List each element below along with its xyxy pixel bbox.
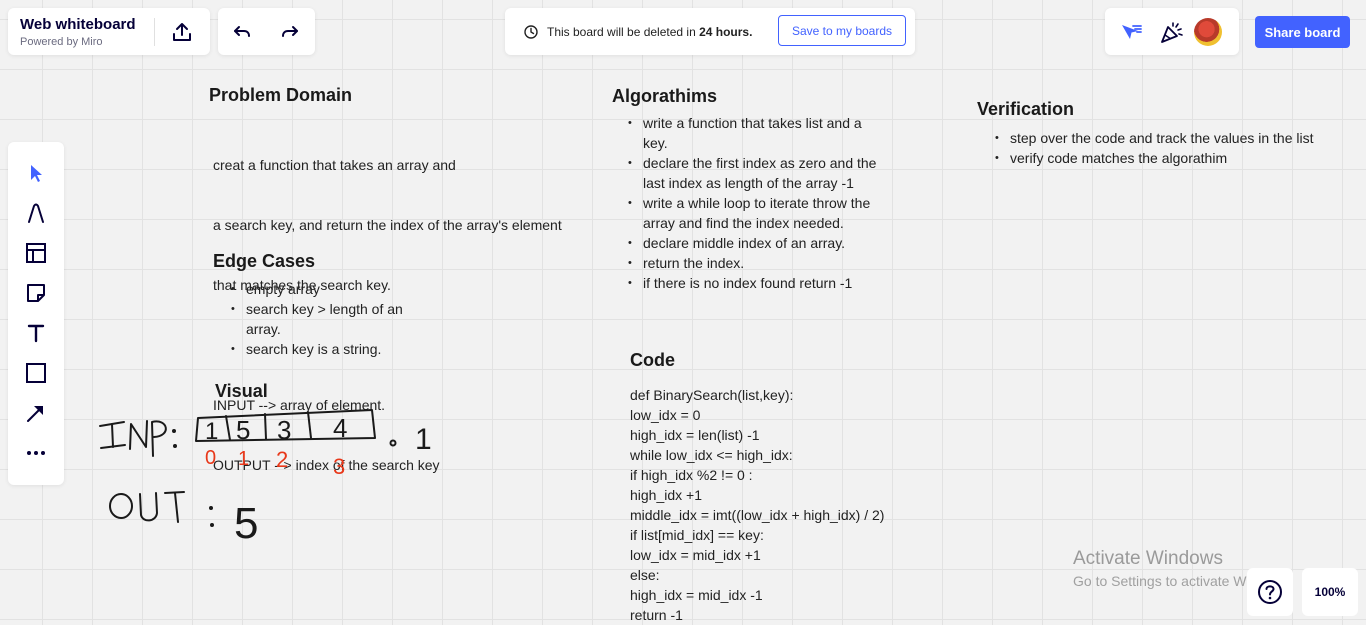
algorithms-list[interactable]: write a function that takes list and a k… xyxy=(626,113,885,293)
undo-icon xyxy=(234,26,250,37)
clock-icon xyxy=(523,24,539,40)
text-line: creat a function that takes an array and xyxy=(213,157,456,173)
connector-tool-button[interactable] xyxy=(22,399,50,427)
list-item: search key is a string. xyxy=(231,339,426,359)
code-heading[interactable]: Code xyxy=(630,350,675,371)
zoom-level[interactable]: 100% xyxy=(1302,568,1358,616)
deletion-notice: This board will be deleted in 24 hours. … xyxy=(505,8,915,55)
text-icon xyxy=(27,324,45,343)
pen-icon xyxy=(28,203,44,223)
text-line: a search key, and return the index of th… xyxy=(213,217,562,233)
problem-domain-heading[interactable]: Problem Domain xyxy=(209,85,352,106)
avatar[interactable] xyxy=(1194,18,1222,46)
tools-toolbar xyxy=(8,142,64,485)
code-line: while low_idx <= high_idx: xyxy=(630,447,793,463)
help-icon xyxy=(1258,580,1282,604)
upload-icon xyxy=(173,23,191,41)
algorithms-heading[interactable]: Algorathims xyxy=(612,86,717,107)
redo-icon xyxy=(282,26,298,37)
code-line: def BinarySearch(list,key): xyxy=(630,387,794,403)
party-popper-icon xyxy=(1161,22,1183,43)
select-icon xyxy=(31,165,42,182)
undo-button[interactable] xyxy=(226,16,258,48)
notice-hours: 24 hours. xyxy=(699,25,753,39)
output-value: 5 xyxy=(234,499,258,548)
redo-button[interactable] xyxy=(274,16,306,48)
pen-tool-button[interactable] xyxy=(22,199,50,227)
code-line: low_idx = mid_idx +1 xyxy=(630,547,761,563)
list-item: if there is no index found return -1 xyxy=(628,273,885,293)
code-line: low_idx = 0 xyxy=(630,407,701,423)
sticky-note-tool-button[interactable] xyxy=(22,279,50,307)
text-line: OUTPUT --> index of the search key xyxy=(213,457,440,473)
cursor-filter-icon xyxy=(1122,25,1142,39)
share-board-button[interactable]: Share board xyxy=(1255,16,1350,48)
list-item: search key > length of an array. xyxy=(231,299,426,339)
divider xyxy=(154,18,155,46)
powered-by-label: Powered by Miro xyxy=(20,36,103,48)
edge-cases-list[interactable]: empty array search key > length of an ar… xyxy=(229,279,426,359)
list-item: empty array xyxy=(231,279,426,299)
shape-tool-button[interactable] xyxy=(22,359,50,387)
code-line: high_idx +1 xyxy=(630,487,703,503)
code-block[interactable]: def BinarySearch(list,key): low_idx = 0 … xyxy=(630,385,884,625)
visual-heading[interactable]: Visual xyxy=(215,381,268,402)
shape-icon xyxy=(26,363,46,383)
deletion-notice-text: This board will be deleted in 24 hours. xyxy=(547,25,752,39)
history-panel xyxy=(218,8,315,55)
more-tools-button[interactable] xyxy=(22,439,50,467)
activate-windows-title: Activate Windows xyxy=(1073,548,1223,569)
list-item: declare the first index as zero and the … xyxy=(628,153,885,193)
celebrate-button[interactable] xyxy=(1159,20,1185,44)
list-item: write a while loop to iterate throw the … xyxy=(628,193,885,233)
list-item: step over the code and track the values … xyxy=(995,128,1360,148)
board-title-panel: Web whiteboard Powered by Miro xyxy=(8,8,210,55)
edge-cases-heading[interactable]: Edge Cases xyxy=(213,251,315,272)
list-item: verify code matches the algorathim xyxy=(995,148,1360,168)
help-button[interactable] xyxy=(1247,568,1293,616)
export-button[interactable] xyxy=(164,16,200,48)
connector-arrow-icon xyxy=(27,406,43,422)
save-to-my-boards-button[interactable]: Save to my boards xyxy=(778,15,906,46)
more-icon xyxy=(27,451,45,455)
code-line: high_idx = mid_idx -1 xyxy=(630,587,763,603)
code-line: middle_idx = imt((low_idx + high_idx) / … xyxy=(630,507,885,523)
select-tool-button[interactable] xyxy=(22,159,50,187)
board-title[interactable]: Web whiteboard xyxy=(20,16,136,33)
verification-heading[interactable]: Verification xyxy=(977,99,1074,120)
code-line: high_idx = len(list) -1 xyxy=(630,427,760,443)
sticky-note-icon xyxy=(27,284,45,302)
notice-prefix: This board will be deleted in xyxy=(547,25,700,39)
code-line: if high_idx %2 != 0 : xyxy=(630,467,753,483)
list-item: return the index. xyxy=(628,253,885,273)
code-line: return -1 xyxy=(630,607,683,623)
list-item: write a function that takes list and a k… xyxy=(628,113,885,153)
text-tool-button[interactable] xyxy=(22,319,50,347)
list-item: declare middle index of an array. xyxy=(628,233,885,253)
collaborator-cursors-button[interactable] xyxy=(1119,20,1143,44)
code-line: if list[mid_idx] == key: xyxy=(630,527,764,543)
frame-tool-button[interactable] xyxy=(22,239,50,267)
verification-list[interactable]: step over the code and track the values … xyxy=(993,128,1360,168)
code-line: else: xyxy=(630,567,660,583)
collaboration-panel xyxy=(1105,8,1239,55)
frame-icon xyxy=(26,243,46,263)
